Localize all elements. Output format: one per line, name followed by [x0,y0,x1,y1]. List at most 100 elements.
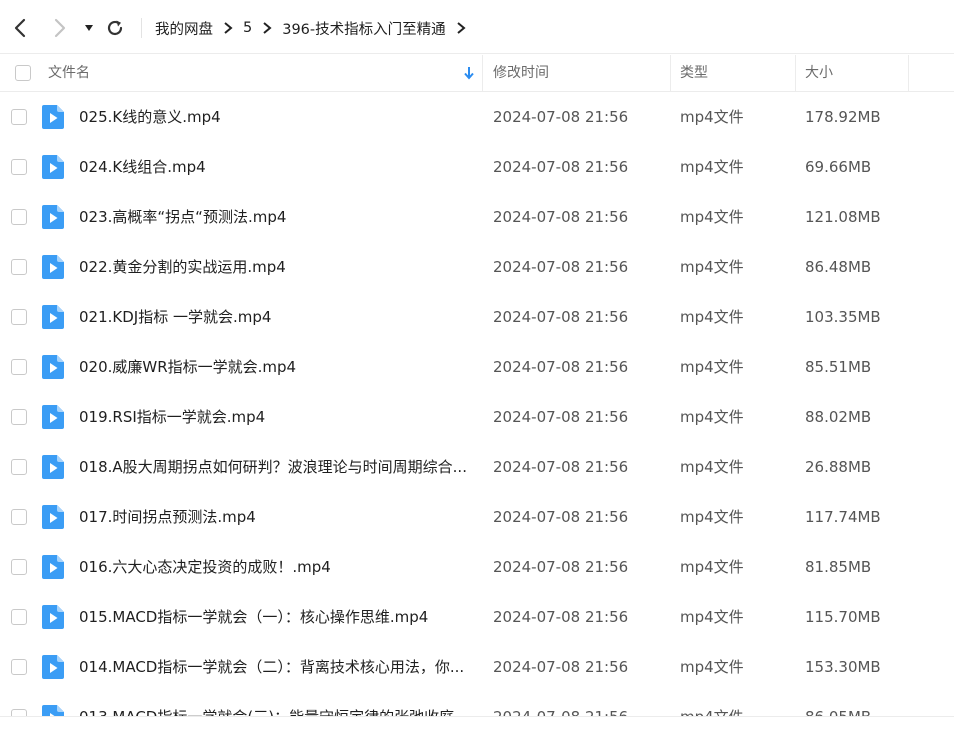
video-file-icon [42,655,64,679]
row-checkbox[interactable] [11,109,27,125]
column-header-size[interactable]: 大小 [805,55,833,91]
file-name[interactable]: 016.六大心态决定投资的成败！.mp4 [79,542,471,592]
row-checkbox[interactable] [11,209,27,225]
column-divider[interactable] [670,55,671,91]
file-name[interactable]: 024.K线组合.mp4 [79,142,471,192]
video-file-icon [42,355,64,379]
row-checkbox[interactable] [11,559,27,575]
forward-icon[interactable] [48,17,70,39]
file-modified-time: 2024-07-08 21:56 [493,508,629,526]
file-row[interactable]: 021.KDJ指标 一学就会.mp4 2024-07-08 21:56 mp4文件 1… [0,292,954,342]
file-modified-time: 2024-07-08 21:56 [493,608,629,626]
history-dropdown-icon[interactable] [82,17,96,39]
row-checkbox[interactable] [11,609,27,625]
file-size: 26.88MB [805,458,872,476]
row-checkbox[interactable] [11,509,27,525]
file-row[interactable]: 019.RSI指标一学就会.mp4 2024-07-08 21:56 mp4文件 88… [0,392,954,442]
file-type: mp4文件 [680,608,744,626]
file-size: 86.48MB [805,258,872,276]
column-divider[interactable] [482,55,483,91]
breadcrumb-item-root[interactable]: 我的网盘 [155,18,213,39]
sort-arrow-icon[interactable] [462,66,476,80]
chevron-right-icon [223,22,233,34]
row-checkbox[interactable] [11,309,27,325]
file-size: 121.08MB [805,208,881,226]
file-size: 103.35MB [805,308,881,326]
back-icon[interactable] [10,17,32,39]
file-name[interactable]: 013.MACD指标一学就会(三)：能量守恒定律的张弛收庭... [79,692,471,716]
video-file-icon [42,705,64,716]
file-row[interactable]: 024.K线组合.mp4 2024-07-08 21:56 mp4文件 69.66MB [0,142,954,192]
file-row[interactable]: 025.K线的意义.mp4 2024-07-08 21:56 mp4文件 178.92… [0,92,954,142]
column-header-type[interactable]: 类型 [680,55,708,91]
file-type: mp4文件 [680,158,744,176]
file-modified-time: 2024-07-08 21:56 [493,108,629,126]
file-name[interactable]: 021.KDJ指标 一学就会.mp4 [79,292,471,342]
row-checkbox[interactable] [11,159,27,175]
file-size: 81.85MB [805,558,872,576]
file-type: mp4文件 [680,658,744,676]
row-checkbox[interactable] [11,459,27,475]
file-row[interactable]: 023.高概率“拐点“预测法.mp4 2024-07-08 21:56 mp4文件 1… [0,192,954,242]
file-size: 86.05MB [805,692,871,716]
row-checkbox[interactable] [11,659,27,675]
file-row[interactable]: 015.MACD指标一学就会（一）：核心操作思维.mp4 2024-07-08 2… [0,592,954,642]
video-file-icon [42,505,64,529]
video-file-icon [42,155,64,179]
file-row[interactable]: 018.A股大周期拐点如何研判？波浪理论与时间周期综合... 2024-07-08… [0,442,954,492]
file-name[interactable]: 014.MACD指标一学就会（二）：背离技术核心用法，你... [79,642,471,692]
list-bottom-border [0,716,954,717]
file-modified-time: 2024-07-08 21:56 [493,558,629,576]
video-file-icon [42,605,64,629]
select-all-checkbox[interactable] [15,65,31,81]
column-header-name[interactable]: 文件名 [48,55,90,91]
file-modified-time: 2024-07-08 21:56 [493,358,629,376]
video-file-icon [42,205,64,229]
row-checkbox[interactable] [11,709,27,716]
file-type: mp4文件 [680,692,744,716]
file-list: 025.K线的意义.mp4 2024-07-08 21:56 mp4文件 178.92… [0,92,954,716]
file-name[interactable]: 023.高概率“拐点“预测法.mp4 [79,192,471,242]
file-size: 85.51MB [805,358,872,376]
column-divider[interactable] [795,55,796,91]
file-size: 178.92MB [805,108,881,126]
file-size: 69.66MB [805,158,872,176]
row-checkbox[interactable] [11,409,27,425]
file-type: mp4文件 [680,458,744,476]
breadcrumb-item-folder[interactable]: 5 [243,20,252,36]
video-file-icon [42,255,64,279]
file-name[interactable]: 015.MACD指标一学就会（一）：核心操作思维.mp4 [79,592,471,642]
file-row[interactable]: 022.黄金分割的实战运用.mp4 2024-07-08 21:56 mp4文件 86… [0,242,954,292]
file-name[interactable]: 025.K线的意义.mp4 [79,92,471,142]
column-header-time[interactable]: 修改时间 [493,55,549,91]
file-modified-time: 2024-07-08 21:56 [493,658,629,676]
file-modified-time: 2024-07-08 21:56 [493,692,628,716]
refresh-icon[interactable] [104,17,126,39]
file-row[interactable]: 016.六大心态决定投资的成败！.mp4 2024-07-08 21:56 mp4文… [0,542,954,592]
toolbar: 我的网盘 5 396-技术指标入门至精通 [0,0,954,54]
file-row[interactable]: 017.时间拐点预测法.mp4 2024-07-08 21:56 mp4文件 117.… [0,492,954,542]
file-size: 117.74MB [805,508,881,526]
column-divider[interactable] [908,55,909,91]
chevron-right-icon[interactable] [456,22,466,34]
file-type: mp4文件 [680,258,744,276]
file-name[interactable]: 017.时间拐点预测法.mp4 [79,492,471,542]
file-modified-time: 2024-07-08 21:56 [493,258,629,276]
file-type: mp4文件 [680,108,744,126]
row-checkbox[interactable] [11,259,27,275]
file-row[interactable]: 014.MACD指标一学就会（二）：背离技术核心用法，你... 2024-07-0… [0,642,954,692]
file-row[interactable]: 020.威廉WR指标一学就会.mp4 2024-07-08 21:56 mp4文件 8… [0,342,954,392]
file-row[interactable]: 013.MACD指标一学就会(三)：能量守恒定律的张弛收庭... 2024-07-… [0,692,954,716]
file-size: 153.30MB [805,658,881,676]
video-file-icon [42,455,64,479]
file-modified-time: 2024-07-08 21:56 [493,308,629,326]
file-name[interactable]: 019.RSI指标一学就会.mp4 [79,392,471,442]
file-modified-time: 2024-07-08 21:56 [493,458,629,476]
file-name[interactable]: 020.威廉WR指标一学就会.mp4 [79,342,471,392]
breadcrumb-item-current[interactable]: 396-技术指标入门至精通 [282,18,445,39]
file-name[interactable]: 022.黄金分割的实战运用.mp4 [79,242,471,292]
file-name[interactable]: 018.A股大周期拐点如何研判？波浪理论与时间周期综合... [79,442,471,492]
file-size: 115.70MB [805,608,881,626]
row-checkbox[interactable] [11,359,27,375]
video-file-icon [42,555,64,579]
